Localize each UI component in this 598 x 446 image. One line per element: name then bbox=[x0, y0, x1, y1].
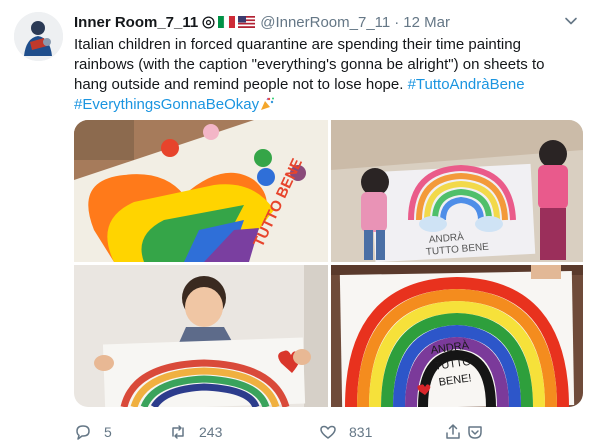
chevron-down-icon[interactable] bbox=[564, 14, 578, 28]
pocket-button[interactable] bbox=[466, 422, 496, 442]
reply-count: 5 bbox=[104, 424, 112, 440]
hashtag-tutto-andra-bene[interactable]: #TuttoAndràBene bbox=[408, 76, 525, 93]
user-handle[interactable]: @InnerRoom_7_11 bbox=[260, 14, 390, 31]
hashtag-everythings-gonna-be-okay[interactable]: #EverythingsGonnaBeOkay bbox=[74, 96, 259, 113]
display-name[interactable]: Inner Room_7_11 bbox=[74, 14, 198, 31]
retweet-button[interactable]: 243 bbox=[169, 422, 222, 442]
pocket-icon bbox=[468, 426, 482, 439]
party-popper-icon bbox=[259, 97, 275, 111]
share-icon bbox=[446, 424, 460, 439]
reply-button[interactable]: 5 bbox=[74, 422, 112, 442]
tweet: Inner Room_7_11 @InnerRoom_7_11 · 12 Mar… bbox=[0, 0, 598, 446]
avatar[interactable] bbox=[14, 12, 63, 61]
tweet-header: Inner Room_7_11 @InnerRoom_7_11 · 12 Mar bbox=[74, 12, 578, 32]
usa-flag-icon bbox=[238, 16, 256, 28]
separator-dot: · bbox=[394, 13, 400, 31]
italy-flag-icon bbox=[218, 16, 236, 28]
photo-rainbow-girls[interactable]: ANDRÀ TUTTO BENE bbox=[331, 120, 583, 262]
tweet-text: Italian children in forced quarantine ar… bbox=[74, 35, 574, 115]
tweet-date[interactable]: 12 Mar bbox=[403, 14, 450, 31]
photo-grid: TUTTO BENE ANDRÀ TUTTO BENE ANDRÀ TUTTO … bbox=[74, 120, 583, 407]
like-button[interactable]: 831 bbox=[319, 422, 372, 442]
photo-rainbow-andra-tutto-bene[interactable]: ANDRÀ TUTTO BENE! bbox=[331, 265, 583, 407]
retweet-icon bbox=[172, 425, 184, 439]
like-count: 831 bbox=[349, 424, 373, 440]
photo-boy-rainbow[interactable] bbox=[74, 265, 328, 407]
avatar-image bbox=[14, 12, 63, 61]
at-symbol-icon bbox=[202, 15, 215, 29]
photo-rainbow-heart[interactable]: TUTTO BENE bbox=[74, 120, 328, 262]
heart-icon bbox=[320, 425, 336, 439]
tweet-actions: 5 243 831 bbox=[74, 422, 494, 442]
retweet-count: 243 bbox=[199, 424, 223, 440]
reply-icon bbox=[76, 425, 90, 440]
